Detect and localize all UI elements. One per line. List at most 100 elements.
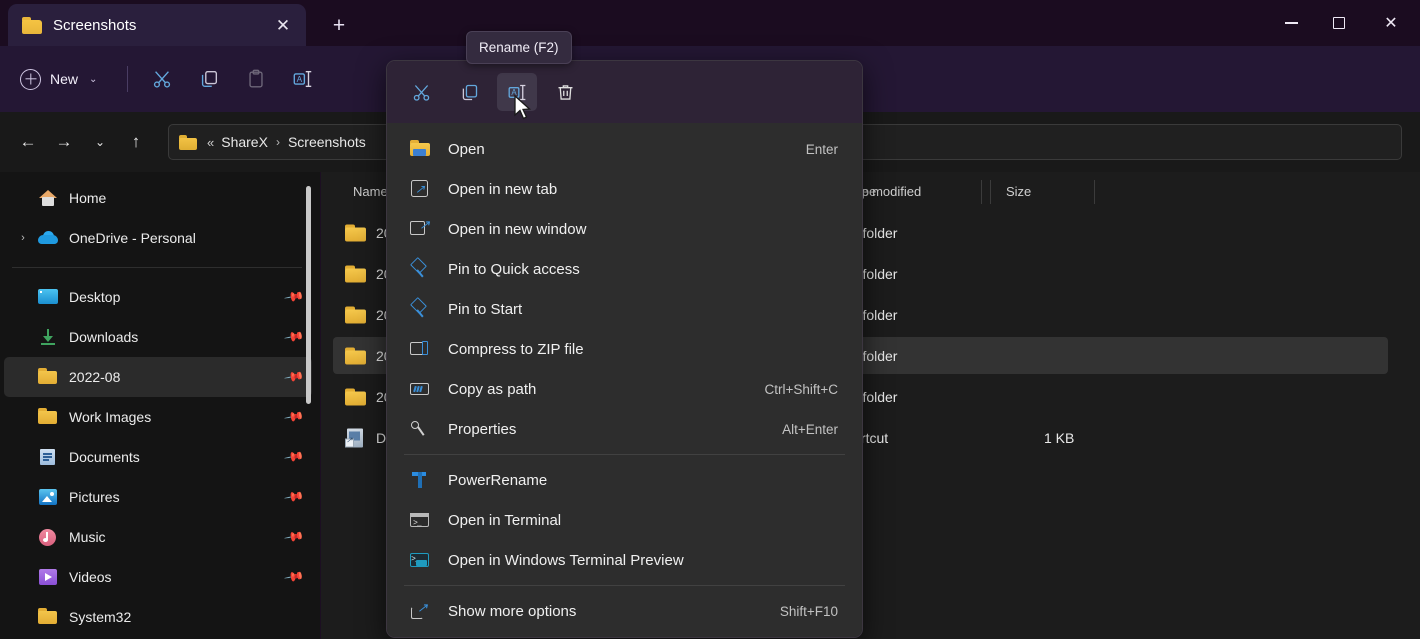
menu-item-open-in-windows-terminal-preview[interactable]: >_ Open in Windows Terminal Preview [395, 540, 854, 580]
cut-button[interactable] [142, 59, 182, 99]
menu-item-accelerator: Ctrl+Shift+C [764, 382, 838, 397]
cell-size: 1 KB [1044, 430, 1074, 446]
music-icon [38, 527, 58, 547]
menu-item-label: Open [448, 141, 485, 158]
wrench-icon [409, 418, 431, 440]
column-header-name[interactable]: Name [341, 184, 388, 199]
pictures-icon [38, 487, 58, 507]
folder-open-icon [409, 138, 431, 160]
pin-icon[interactable]: 📌 [283, 446, 305, 468]
forward-button[interactable]: → [46, 124, 82, 160]
menu-item-accelerator: Enter [806, 142, 838, 157]
menu-item-accelerator: Shift+F10 [780, 604, 838, 619]
chevron-right-icon[interactable]: › [16, 232, 30, 244]
menu-separator [404, 585, 845, 586]
maximize-button[interactable] [1315, 0, 1362, 46]
recent-locations-button[interactable]: ⌄ [82, 124, 118, 160]
sidebar-scrollbar-thumb[interactable] [306, 186, 311, 404]
new-button[interactable]: New ⌄ [16, 62, 109, 96]
pin-icon[interactable]: 📌 [283, 566, 305, 588]
menu-item-label: PowerRename [448, 472, 547, 489]
menu-item-show-more-options[interactable]: ↗ Show more options Shift+F10 [395, 591, 854, 631]
sidebar-item-pictures[interactable]: Pictures 📌 [4, 477, 312, 517]
new-tab-button[interactable]: + [322, 10, 356, 40]
terminal-preview-icon: >_ [409, 549, 431, 571]
menu-item-label: Copy as path [448, 381, 536, 398]
context-copy-button[interactable] [449, 73, 489, 111]
menu-item-open-in-terminal[interactable]: >_ Open in Terminal [395, 500, 854, 540]
pin-icon[interactable]: 📌 [283, 326, 305, 348]
sidebar-item-work-images[interactable]: Work Images 📌 [4, 397, 312, 437]
menu-item-label: Pin to Start [448, 301, 522, 318]
menu-item-powerrename[interactable]: PowerRename [395, 460, 854, 500]
context-delete-button[interactable] [545, 73, 585, 111]
window-controls: ✕ [1268, 0, 1420, 46]
sidebar-item-downloads[interactable]: Downloads 📌 [4, 317, 312, 357]
sidebar-item-onedrive[interactable]: › OneDrive - Personal [4, 218, 312, 258]
close-window-button[interactable]: ✕ [1362, 0, 1420, 46]
pin-icon[interactable]: 📌 [283, 366, 305, 388]
menu-item-accelerator: Alt+Enter [782, 422, 838, 437]
navigation-pane: Home › OneDrive - Personal Desktop 📌 Dow… [0, 172, 320, 639]
menu-item-properties[interactable]: Properties Alt+Enter [395, 409, 854, 449]
title-bar: Screenshots ✕ + ✕ [0, 0, 1420, 46]
up-button[interactable]: ↑ [118, 124, 154, 160]
toolbar-divider [127, 66, 128, 92]
trash-icon [555, 82, 576, 103]
menu-separator [404, 454, 845, 455]
sidebar-item-label: Work Images [69, 409, 151, 425]
pin-icon [409, 298, 431, 320]
powerrename-icon [409, 469, 431, 491]
new-tab-icon: ↗ [409, 178, 431, 200]
paste-button[interactable] [236, 59, 276, 99]
menu-item-copy-as-path[interactable]: Copy as path Ctrl+Shift+C [395, 369, 854, 409]
minimize-button[interactable] [1268, 0, 1315, 46]
sidebar-item-documents[interactable]: Documents 📌 [4, 437, 312, 477]
scissors-icon [151, 68, 173, 90]
sidebar-item-system32[interactable]: System32 [4, 597, 312, 637]
menu-item-label: Compress to ZIP file [448, 341, 584, 358]
sidebar-item-home[interactable]: Home [4, 178, 312, 218]
rename-button[interactable]: A [283, 59, 323, 99]
scissors-icon [411, 82, 432, 103]
context-rename-button[interactable]: A [497, 73, 537, 111]
column-divider[interactable] [1094, 180, 1095, 204]
cloud-icon [38, 228, 58, 248]
copy-icon [198, 68, 220, 90]
sidebar-item-music[interactable]: Music 📌 [4, 517, 312, 557]
menu-item-label: Open in Windows Terminal Preview [448, 552, 684, 569]
copy-button[interactable] [189, 59, 229, 99]
breadcrumb-item-sharex[interactable]: ShareX [221, 134, 268, 150]
back-button[interactable]: ← [10, 124, 46, 160]
sidebar-item-label: Downloads [69, 329, 138, 345]
menu-item-compress-to-zip[interactable]: Compress to ZIP file [395, 329, 854, 369]
chevron-down-icon: ⌄ [89, 74, 97, 85]
column-header-size[interactable]: Size [994, 184, 1031, 199]
sidebar-item-desktop[interactable]: Desktop 📌 [4, 277, 312, 317]
svg-text:A: A [297, 75, 303, 84]
sidebar-item-videos[interactable]: Videos 📌 [4, 557, 312, 597]
folder-icon [345, 305, 366, 324]
sidebar-item-label: Home [69, 190, 106, 206]
pin-icon[interactable]: 📌 [283, 486, 305, 508]
menu-item-pin-to-start[interactable]: Pin to Start [395, 289, 854, 329]
menu-item-open-in-new-window[interactable]: ↗ Open in new window [395, 209, 854, 249]
pin-icon[interactable]: 📌 [283, 406, 305, 428]
breadcrumb-item-screenshots[interactable]: Screenshots [288, 134, 366, 150]
rename-icon: A [292, 68, 314, 90]
sidebar-item-2022-08[interactable]: 2022-08 📌 [4, 357, 312, 397]
column-divider[interactable] [981, 180, 982, 204]
pin-icon[interactable]: 📌 [283, 286, 305, 308]
menu-item-open-in-new-tab[interactable]: ↗ Open in new tab [395, 169, 854, 209]
menu-item-pin-to-quick-access[interactable]: Pin to Quick access [395, 249, 854, 289]
tab-screenshots[interactable]: Screenshots ✕ [8, 4, 306, 46]
menu-item-label: Open in Terminal [448, 512, 561, 529]
breadcrumb-overflow-icon[interactable]: « [207, 135, 221, 150]
close-tab-icon[interactable]: ✕ [270, 12, 296, 38]
column-divider[interactable] [990, 180, 991, 204]
context-cut-button[interactable] [401, 73, 441, 111]
menu-item-open[interactable]: Open Enter [395, 129, 854, 169]
minimize-icon [1285, 22, 1298, 24]
breadcrumb-separator: › [268, 135, 288, 149]
pin-icon[interactable]: 📌 [283, 526, 305, 548]
